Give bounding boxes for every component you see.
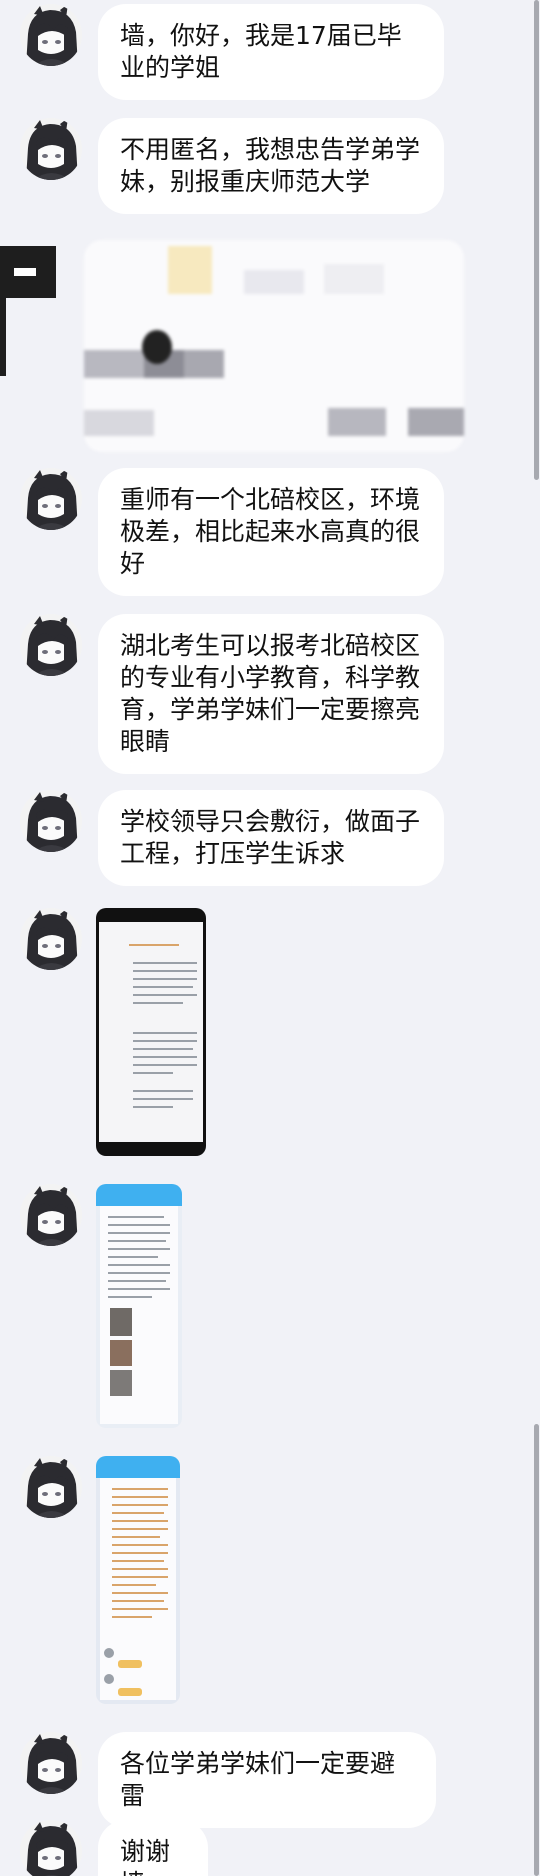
avatar[interactable] [20,4,82,66]
avatar[interactable] [20,468,82,530]
avatar[interactable] [20,1184,82,1246]
anime-avatar-icon [20,118,82,180]
message-bubble[interactable]: 湖北考生可以报考北碚校区的专业有小学教育，科学教育，学弟学妹们一定要擦亮眼睛 [98,614,444,774]
anime-avatar-icon [20,1732,82,1794]
message-text: 各位学弟学妹们一定要避雷 [120,1749,396,1810]
avatar[interactable] [20,1820,82,1876]
avatar[interactable] [20,908,82,970]
avatar[interactable] [20,790,82,852]
message-text: 湖北考生可以报考北碚校区的专业有小学教育，科学教育，学弟学妹们一定要擦亮眼睛 [120,631,421,756]
blurred-forwarded-card[interactable] [84,240,464,452]
anime-avatar-icon [20,468,82,530]
anime-avatar-icon [20,1820,82,1876]
avatar[interactable] [20,614,82,676]
anime-avatar-icon [20,1184,82,1246]
anime-avatar-icon [20,790,82,852]
image-thumbnail[interactable] [96,1456,180,1704]
anime-avatar-icon [20,4,82,66]
floating-side-bar [0,298,6,376]
anime-avatar-icon [20,908,82,970]
message-bubble[interactable]: 不用匿名，我想忠告学弟学妹，别报重庆师范大学 [98,118,444,214]
message-bubble[interactable]: 谢谢墙 [98,1820,208,1876]
message-text: 学校领导只会敷衍，做面子工程，打压学生诉求 [120,807,421,868]
avatar[interactable] [20,1732,82,1794]
image-thumbnail[interactable] [96,1184,182,1428]
avatar[interactable] [20,118,82,180]
chat-page: 墙，你好，我是17届已毕业的学姐 不用匿名，我想忠告学弟学妹，别报重庆师范大学 [0,0,540,1876]
anime-avatar-icon [20,614,82,676]
message-bubble[interactable]: 墙，你好，我是17届已毕业的学姐 [98,4,444,100]
menu-dash-icon [14,268,36,276]
message-bubble[interactable]: 重师有一个北碚校区，环境极差，相比起来水高真的很好 [98,468,444,596]
message-text: 重师有一个北碚校区，环境极差，相比起来水高真的很好 [120,485,421,578]
message-bubble[interactable]: 各位学弟学妹们一定要避雷 [98,1732,436,1828]
floating-side-tab[interactable] [0,246,56,298]
image-thumbnail[interactable] [96,908,206,1156]
message-text: 不用匿名，我想忠告学弟学妹，别报重庆师范大学 [120,135,421,196]
message-text: 谢谢墙 [120,1837,171,1876]
avatar[interactable] [20,1456,82,1518]
anime-avatar-icon [20,1456,82,1518]
scrollbar-thumb-bottom[interactable] [534,1424,539,1876]
message-bubble[interactable]: 学校领导只会敷衍，做面子工程，打压学生诉求 [98,790,444,886]
scrollbar-thumb-top[interactable] [534,0,539,480]
message-text: 墙，你好，我是17届已毕业的学姐 [120,21,402,82]
